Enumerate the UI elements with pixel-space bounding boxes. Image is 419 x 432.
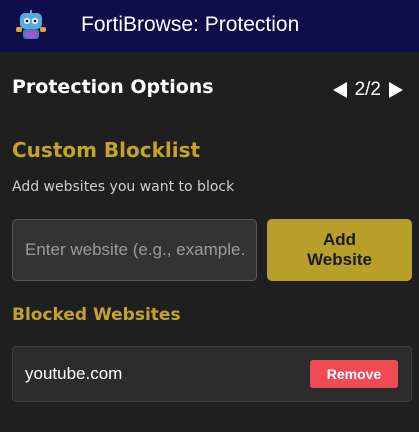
robot-mascot-icon xyxy=(16,10,46,39)
custom-blocklist-description: Add websites you want to block xyxy=(12,179,235,195)
website-input[interactable] xyxy=(12,219,257,281)
page-title: Protection Options xyxy=(12,76,214,98)
blocked-websites-list: youtube.com Remove xyxy=(12,346,412,402)
blocked-domain: youtube.com xyxy=(25,364,123,383)
list-item: youtube.com Remove xyxy=(12,346,412,402)
blocked-websites-title: Blocked Websites xyxy=(12,305,181,325)
add-website-button[interactable]: Add Website xyxy=(267,219,412,281)
triangle-right-icon xyxy=(389,82,403,98)
page-indicator: 2/2 xyxy=(354,79,381,100)
custom-blocklist-title: Custom Blocklist xyxy=(12,138,201,162)
next-page-button[interactable] xyxy=(387,80,405,100)
pager: 2/2 xyxy=(331,79,405,101)
triangle-left-icon xyxy=(332,82,347,98)
previous-page-button[interactable] xyxy=(331,80,349,100)
title-bar: FortiBrowse: Protection xyxy=(0,0,419,52)
remove-button[interactable]: Remove xyxy=(310,360,398,388)
app-title: FortiBrowse: Protection xyxy=(81,13,300,36)
